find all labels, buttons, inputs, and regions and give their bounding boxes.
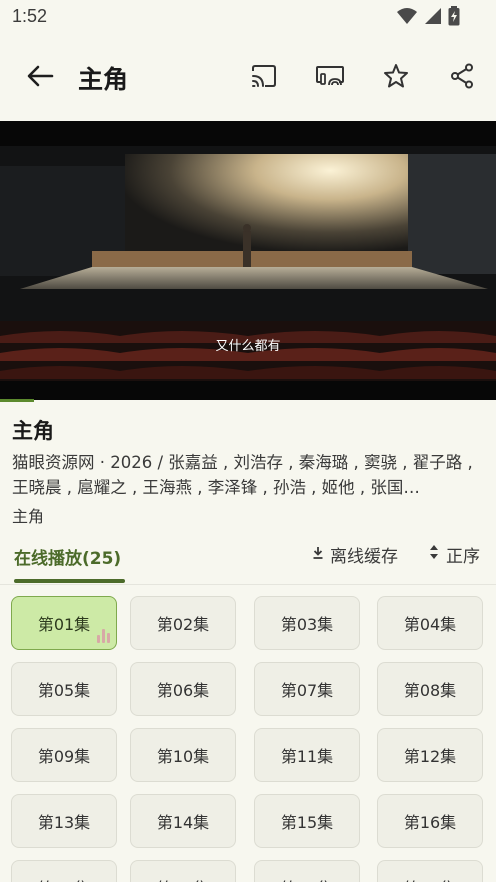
back-button[interactable] xyxy=(20,58,60,98)
status-bar: 1:52 xyxy=(0,0,496,34)
episode-label: 第13集 xyxy=(37,813,91,832)
episode-button[interactable]: 第19集 xyxy=(254,860,360,882)
now-playing-icon xyxy=(97,629,110,643)
video-frame-image xyxy=(0,121,496,400)
video-subtitle: 又什么都有 xyxy=(215,339,281,354)
episode-button[interactable]: 第10集 xyxy=(130,728,236,782)
episode-button[interactable]: 第18集 xyxy=(130,860,236,882)
top-app-bar: 主角 xyxy=(0,46,496,110)
episode-label: 第06集 xyxy=(156,681,210,700)
sort-order-label: 正序 xyxy=(446,547,480,567)
episode-button[interactable]: 第03集 xyxy=(254,596,360,650)
sort-order-button[interactable]: 正序 xyxy=(428,542,480,567)
tab-indicator xyxy=(14,579,125,583)
episode-button[interactable]: 第15集 xyxy=(254,794,360,848)
episode-label: 第05集 xyxy=(37,681,91,700)
episode-label: 第12集 xyxy=(403,747,457,766)
tab-online-play[interactable]: 在线播放(25) xyxy=(14,544,121,569)
video-player[interactable]: 又什么都有 xyxy=(0,121,496,400)
status-icons xyxy=(396,6,460,26)
episode-button[interactable]: 第09集 xyxy=(11,728,117,782)
favorite-button[interactable] xyxy=(376,58,416,98)
episode-label: 第10集 xyxy=(156,747,210,766)
episode-label: 第04集 xyxy=(403,615,457,634)
episode-label: 第18集 xyxy=(157,875,209,882)
episode-button[interactable]: 第11集 xyxy=(254,728,360,782)
video-meta: 猫眼资源网 · 2026 / 张嘉益 , 刘浩存 , 秦海璐 , 窦骁 , 翟子… xyxy=(12,453,473,497)
share-button[interactable] xyxy=(442,58,482,98)
episode-button[interactable]: 第01集 xyxy=(11,596,117,650)
episode-tabs-row: 在线播放(25) 离线缓存 正序 xyxy=(0,530,496,586)
battery-icon xyxy=(448,6,460,26)
cast-button[interactable] xyxy=(244,58,284,98)
back-arrow-icon xyxy=(26,64,54,92)
share-icon xyxy=(450,63,474,93)
episode-label: 第07集 xyxy=(280,681,334,700)
video-info: 主角 猫眼资源网 · 2026 / 张嘉益 , 刘浩存 , 秦海璐 , 窦骁 ,… xyxy=(12,414,488,528)
episode-label: 第17集 xyxy=(38,875,90,882)
episode-button[interactable]: 第20集 xyxy=(377,860,483,882)
episode-label: 第16集 xyxy=(403,813,457,832)
episode-button[interactable]: 第17集 xyxy=(11,860,117,882)
sort-icon xyxy=(428,544,440,565)
episode-label: 第01集 xyxy=(37,615,91,634)
divider xyxy=(0,584,496,585)
episode-button[interactable]: 第07集 xyxy=(254,662,360,716)
screen: 1:52 主角 又什么都有 主角 猫眼资源网 · 2026 / 张嘉益 , 刘浩… xyxy=(0,0,496,882)
favorite-star-icon xyxy=(383,63,409,93)
page-title: 主角 xyxy=(78,65,129,94)
projection-button[interactable] xyxy=(310,58,350,98)
episode-label: 第02集 xyxy=(156,615,210,634)
projection-icon xyxy=(315,64,345,92)
episode-button[interactable]: 第05集 xyxy=(11,662,117,716)
video-description: 主角 xyxy=(12,507,45,526)
episode-button[interactable]: 第16集 xyxy=(377,794,483,848)
episode-button[interactable]: 第04集 xyxy=(377,596,483,650)
wifi-icon xyxy=(396,7,418,25)
episode-button[interactable]: 第08集 xyxy=(377,662,483,716)
episode-button[interactable]: 第13集 xyxy=(11,794,117,848)
episode-button[interactable]: 第12集 xyxy=(377,728,483,782)
episode-button[interactable]: 第14集 xyxy=(130,794,236,848)
episode-button[interactable]: 第02集 xyxy=(130,596,236,650)
video-title: 主角 xyxy=(12,419,54,443)
status-time: 1:52 xyxy=(12,6,48,26)
offline-cache-label: 离线缓存 xyxy=(330,547,398,567)
episode-label: 第14集 xyxy=(156,813,210,832)
signal-icon xyxy=(424,7,442,25)
offline-cache-button[interactable]: 离线缓存 xyxy=(312,542,398,567)
episode-label: 第19集 xyxy=(281,875,333,882)
episode-label: 第09集 xyxy=(37,747,91,766)
episode-label: 第11集 xyxy=(280,747,334,766)
appbar-actions xyxy=(244,58,482,98)
download-icon xyxy=(312,545,324,565)
episode-label: 第15集 xyxy=(280,813,334,832)
episode-button[interactable]: 第06集 xyxy=(130,662,236,716)
episode-label: 第20集 xyxy=(404,875,456,882)
cast-icon xyxy=(250,64,278,92)
episode-label: 第03集 xyxy=(280,615,334,634)
episode-label: 第08集 xyxy=(403,681,457,700)
playback-progress-bar[interactable] xyxy=(0,399,34,402)
